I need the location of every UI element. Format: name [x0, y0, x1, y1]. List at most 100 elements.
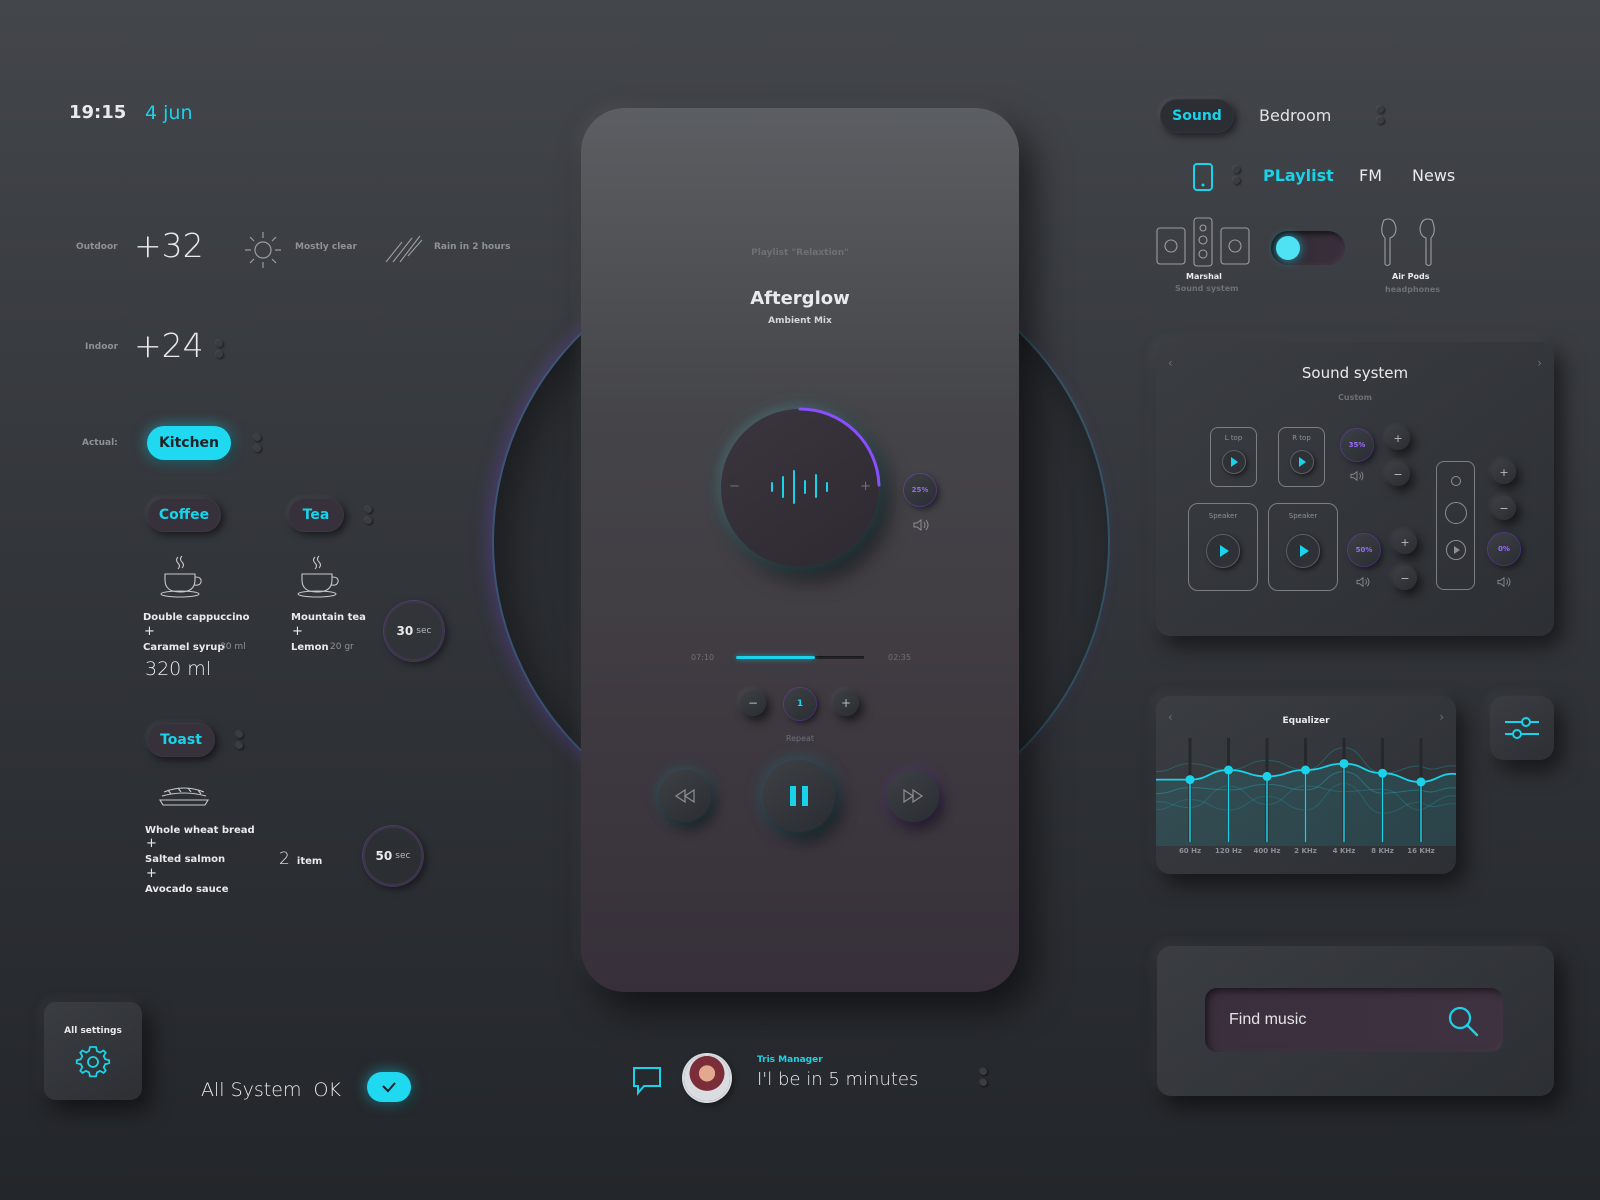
chat-icon[interactable]: [632, 1066, 662, 1096]
pause-icon: [790, 786, 808, 806]
speaker-system-icon[interactable]: [1156, 216, 1252, 268]
coffee-plus: +: [144, 624, 155, 639]
sound-3-plus[interactable]: +: [1492, 460, 1516, 484]
tabs-more-dots[interactable]: [1377, 106, 1385, 126]
repeat-count: 1: [796, 699, 804, 709]
forward-button[interactable]: [887, 770, 939, 822]
sound-2-plus[interactable]: +: [1393, 530, 1417, 554]
dial-plus[interactable]: +: [860, 479, 871, 494]
speaker-1-play-button[interactable]: [1206, 534, 1240, 568]
toast-plus-2: +: [146, 866, 157, 881]
manager-avatar[interactable]: [684, 1055, 730, 1101]
tea-more-dots[interactable]: [365, 506, 373, 526]
coffee-item-2: Caramel syrup: [143, 642, 225, 653]
room-more-dots[interactable]: [254, 434, 262, 454]
toast-more-dots[interactable]: [236, 731, 244, 751]
speaker-2[interactable]: Speaker: [1268, 503, 1338, 591]
room-kitchen-button[interactable]: Kitchen: [147, 426, 231, 460]
dial-minus[interactable]: −: [729, 479, 740, 494]
tower-play-button[interactable]: [1445, 540, 1466, 560]
tea-button[interactable]: Tea: [288, 498, 344, 532]
toast-icon: [159, 787, 209, 806]
airpods-icon[interactable]: [1378, 216, 1438, 268]
coffee-button[interactable]: Coffee: [147, 498, 221, 532]
player-card: Playlist "Relaxtion" Afterglow Ambient M…: [581, 108, 1019, 992]
sound-3-minus[interactable]: −: [1492, 496, 1516, 520]
tower-speaker[interactable]: [1436, 461, 1475, 590]
device2-sublabel: headphones: [1385, 285, 1441, 294]
tab-sound[interactable]: Sound: [1160, 99, 1234, 133]
indoor-more-dots[interactable]: [216, 340, 224, 360]
equalizer-card: ‹ › Equalizer 60 Hz 120 Hz 400 Hz 2 KHz 4 KH…: [1156, 696, 1456, 874]
eq-handle-400-hz[interactable]: [1262, 771, 1272, 781]
equalizer-band-labels: 60 Hz 120 Hz 400 Hz 2 KHz 4 KHz 8 KHz 16 KHz: [1156, 847, 1456, 859]
search-input[interactable]: [1229, 1004, 1449, 1036]
ltop-speaker[interactable]: L top: [1210, 427, 1257, 487]
source-more-dots[interactable]: [1233, 166, 1241, 186]
repeat-label: Repeat: [785, 734, 815, 743]
playback-dial[interactable]: − +: [721, 407, 881, 567]
sound-vol-2[interactable]: 50%: [1348, 534, 1380, 566]
search-field[interactable]: [1205, 988, 1503, 1052]
equalizer-graph[interactable]: [1156, 736, 1456, 846]
pause-button[interactable]: [763, 760, 835, 832]
eq-handle-8-khz[interactable]: [1378, 768, 1387, 778]
source-playlist[interactable]: PLaylist: [1263, 166, 1334, 185]
sound-vol-2-value: 50%: [1355, 546, 1373, 554]
sound-vol-1[interactable]: 35%: [1341, 429, 1373, 461]
toast-timer[interactable]: 50 sec: [363, 826, 423, 886]
rtop-speaker[interactable]: R top: [1278, 427, 1325, 487]
repeat-increase-button[interactable]: +: [833, 690, 859, 716]
sound-system-title: Sound system: [1301, 364, 1409, 382]
tea-cup-icon: [297, 555, 339, 598]
progress-fill: [736, 656, 816, 659]
sound-1-plus[interactable]: +: [1386, 426, 1410, 450]
device-toggle[interactable]: [1271, 231, 1345, 265]
phone-icon[interactable]: [1192, 162, 1214, 192]
time-total: 02:35: [888, 653, 912, 662]
gear-icon: [75, 1046, 111, 1078]
eq-handle-120-hz[interactable]: [1224, 765, 1233, 775]
system-status: All System OK: [201, 1079, 341, 1101]
eq-handle-2-khz[interactable]: [1301, 765, 1310, 775]
rtop-play-button[interactable]: [1289, 450, 1314, 474]
eq-handle-16-khz[interactable]: [1416, 777, 1426, 787]
coffee-total: 320 ml: [145, 658, 212, 680]
rain-icon: [385, 235, 423, 263]
volume-value: 25%: [911, 486, 929, 494]
sound-2-minus[interactable]: −: [1393, 566, 1417, 590]
sound-vol-3[interactable]: 0%: [1488, 533, 1520, 565]
repeat-decrease-button[interactable]: −: [740, 690, 766, 716]
tea-timer[interactable]: 30 sec: [384, 601, 444, 661]
rewind-button[interactable]: [659, 770, 711, 822]
sound-vol-1-icon: [1350, 470, 1364, 482]
source-news[interactable]: News: [1412, 166, 1455, 185]
device1-label: Marshal: [1186, 272, 1222, 281]
outdoor-label: Outdoor: [76, 242, 118, 252]
device1-sublabel: Sound system: [1175, 284, 1239, 293]
eq-handle-4-khz[interactable]: [1339, 759, 1349, 769]
equalizer-settings-button[interactable]: [1490, 696, 1554, 760]
system-ok-toggle[interactable]: [367, 1072, 411, 1102]
eq-band-label: 400 Hz: [1253, 847, 1281, 855]
eq-handle-60-hz[interactable]: [1185, 775, 1195, 785]
speaker-1[interactable]: Speaker: [1188, 503, 1258, 591]
rain-forecast: Rain in 2 hours: [434, 242, 511, 252]
volume-knob[interactable]: 25%: [904, 474, 936, 506]
message-more-dots[interactable]: [980, 1068, 988, 1088]
progress-track[interactable]: [736, 656, 864, 659]
all-settings-button[interactable]: All settings: [44, 1002, 142, 1100]
check-icon: [382, 1082, 396, 1093]
search-card: [1157, 946, 1554, 1096]
tab-bedroom[interactable]: Bedroom: [1259, 106, 1331, 125]
forward-icon: [903, 788, 924, 804]
speaker-2-play-button[interactable]: [1286, 534, 1320, 568]
sound-1-minus[interactable]: −: [1386, 462, 1410, 486]
tea-timer-value: 30: [396, 624, 414, 638]
ltop-play-button[interactable]: [1221, 450, 1246, 474]
sliders-icon: [1505, 717, 1539, 739]
time-label: 19:15: [69, 102, 127, 123]
source-fm[interactable]: FM: [1359, 166, 1382, 185]
search-icon[interactable]: [1447, 1005, 1479, 1037]
toast-button[interactable]: Toast: [147, 723, 215, 757]
